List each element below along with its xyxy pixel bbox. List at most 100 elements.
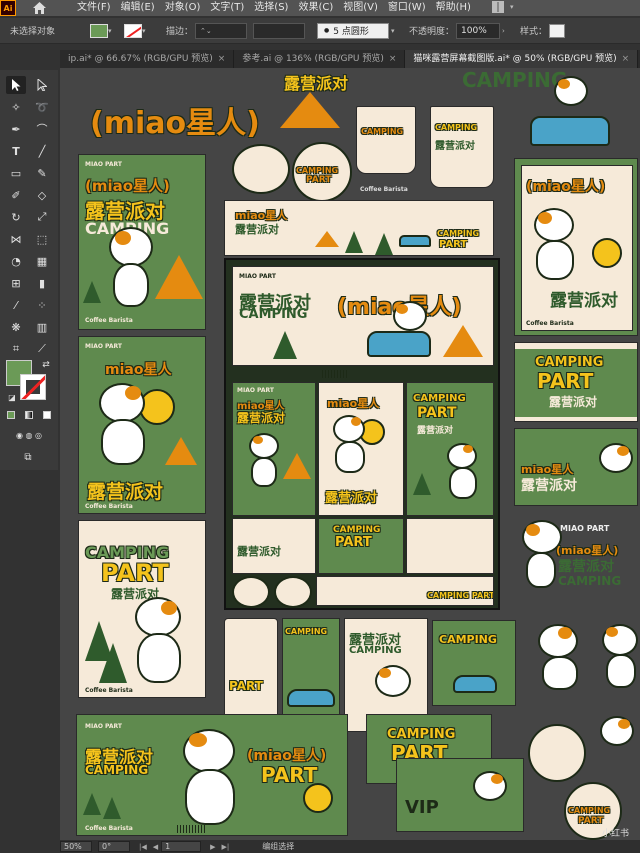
close-icon[interactable]: × (622, 54, 630, 64)
artboard-right-poster[interactable]: (miao星人) 露营派对 Coffee Barista (514, 158, 638, 336)
menu-select[interactable]: 选择(S) (249, 0, 293, 16)
selection-tool-icon[interactable] (6, 76, 26, 94)
variable-width-profile[interactable] (253, 22, 306, 39)
style-label[interactable]: 样式： (520, 24, 547, 37)
gradient-tool-icon[interactable]: ▮ (32, 274, 52, 292)
brush-definition[interactable]: ● 5 点圆形 (317, 22, 390, 39)
none-icon[interactable] (43, 411, 51, 419)
curvature-tool-icon[interactable]: ⌒ (32, 120, 52, 138)
close-icon[interactable]: × (389, 54, 397, 64)
artboard-cup-1[interactable]: CAMPING (356, 106, 416, 174)
artboard-banner-top[interactable]: miao星人 露营派对 CAMPING PART (224, 200, 494, 256)
opacity-dropdown-icon[interactable]: › (502, 24, 510, 38)
lasso-tool-icon[interactable]: ➰ (32, 98, 52, 116)
fill-dropdown-icon[interactable]: ▾ (108, 24, 116, 38)
magic-wand-tool-icon[interactable]: ✧ (6, 98, 26, 116)
pen-tool-icon[interactable]: ✒ (6, 120, 26, 138)
next-artboard-icon[interactable]: ▶ (210, 843, 215, 851)
shape-builder-tool-icon[interactable]: ◔ (6, 252, 26, 270)
perspective-grid-tool-icon[interactable]: ▦ (32, 252, 52, 270)
artboard-poster-3[interactable]: CAMPING PART 露营派对 Coffee Barista (78, 520, 206, 698)
artboard-sub-2[interactable]: miao星人 露营派对 (318, 382, 404, 516)
screen-mode-icon[interactable]: ⧉ (18, 448, 38, 466)
menu-type[interactable]: 文字(T) (205, 0, 249, 16)
stroke-label[interactable]: 描边： (166, 24, 193, 37)
chevron-down-icon[interactable]: ▾ (510, 3, 514, 11)
artboard-card-right[interactable]: CAMPING (432, 620, 516, 706)
arrange-documents-icon[interactable] (492, 1, 504, 13)
artboard-right-banner[interactable]: miao星人 露营派对 (514, 428, 638, 506)
drawing-mode-icon[interactable]: ◉ ◍ ◎ (2, 426, 56, 444)
stroke-dropdown-icon[interactable]: ▾ (142, 24, 150, 38)
scale-tool-icon[interactable]: ⤢ (32, 208, 52, 226)
artboard-sub-1[interactable]: MIAO PART miao星人 露营派对 (232, 382, 316, 516)
artboard-poster-2[interactable]: MIAO PART miao星人 露营派对 Coffee Barista (78, 336, 206, 514)
menu-window[interactable]: 窗口(W) (383, 0, 431, 16)
rectangle-tool-icon[interactable]: ▭ (6, 164, 26, 182)
free-transform-tool-icon[interactable]: ⬚ (32, 230, 52, 248)
sticker-sun-round[interactable] (274, 576, 312, 608)
menu-object[interactable]: 对象(O) (160, 0, 206, 16)
artboard-sub-3[interactable]: CAMPING PART 露营派对 (406, 382, 494, 516)
tab-reference[interactable]: 参考.ai @ 136% (RGB/GPU 预览) × (234, 50, 406, 68)
eyedropper-tool-icon[interactable]: ⁄ (6, 296, 26, 314)
style-swatch[interactable] (549, 23, 566, 38)
mesh-tool-icon[interactable]: ⊞ (6, 274, 26, 292)
sticker-camping-badge[interactable]: CAMPING PART (292, 142, 352, 202)
artboard-strip[interactable]: CAMPING PART (316, 576, 494, 606)
paintbrush-tool-icon[interactable]: ✎ (32, 164, 52, 182)
stroke-color-swatch[interactable] (20, 374, 46, 400)
stroke-swatch[interactable] (124, 23, 142, 38)
brush-dropdown-icon[interactable]: ▾ (391, 24, 399, 38)
gradient-icon[interactable] (25, 411, 33, 419)
artboard-sub-6[interactable] (406, 518, 494, 574)
sticker-cat-badge-2[interactable] (528, 724, 586, 782)
rotate-tool-icon[interactable]: ↻ (6, 208, 26, 226)
tab-ip[interactable]: ip.ai* @ 66.67% (RGB/GPU 预览) × (60, 50, 235, 68)
symbol-sprayer-tool-icon[interactable]: ❋ (6, 318, 26, 336)
artboard-poster-1[interactable]: MIAO PART (miao星人) 露营派对 CAMPING Coffee B… (78, 154, 206, 330)
eraser-tool-icon[interactable]: ◇ (32, 186, 52, 204)
opacity-label[interactable]: 不透明度： (409, 24, 454, 37)
first-artboard-icon[interactable]: |◀ (139, 843, 147, 851)
artboard-main-board[interactable]: MIAO PART 露营派对 CAMPING (miao星人) MIAO PAR… (224, 258, 500, 610)
last-artboard-icon[interactable]: ▶| (222, 843, 230, 851)
width-tool-icon[interactable]: ⋈ (6, 230, 26, 248)
previous-artboard-icon[interactable]: ◀ (153, 843, 158, 851)
column-graph-tool-icon[interactable]: ▥ (32, 318, 52, 336)
artboard-main-banner[interactable]: MIAO PART 露营派对 CAMPING (miao星人) (232, 266, 494, 366)
swap-fill-stroke-icon[interactable]: ⇄ (36, 356, 56, 374)
zoom-field[interactable]: 50% (60, 841, 92, 852)
menu-help[interactable]: 帮助(H) (431, 0, 476, 16)
artboard-sub-4[interactable]: 露营派对 (232, 518, 316, 574)
artboard-bottom-banner[interactable]: MIAO PART 露营派对 CAMPING (miao星人) PART Cof… (76, 714, 348, 836)
line-tool-icon[interactable]: ╱ (32, 142, 52, 160)
opacity-input[interactable]: 100% (456, 22, 501, 39)
color-icon[interactable] (7, 411, 15, 419)
sticker-cat-badge[interactable] (232, 144, 290, 194)
menu-effect[interactable]: 效果(C) (293, 0, 338, 16)
artboard-right-camping[interactable]: CAMPING PART 露营派对 (514, 342, 638, 422)
sticker-cat-round[interactable] (232, 576, 270, 608)
default-colors-icon[interactable]: ◪ (2, 388, 22, 406)
home-icon[interactable] (30, 0, 48, 16)
fill-swatch[interactable] (90, 23, 108, 38)
direct-selection-tool-icon[interactable] (32, 76, 52, 94)
color-mode-icon[interactable] (2, 406, 56, 424)
type-tool-icon[interactable]: T (6, 142, 26, 160)
menu-view[interactable]: 视图(V) (338, 0, 383, 16)
menu-file[interactable]: 文件(F) (72, 0, 116, 16)
menu-edit[interactable]: 编辑(E) (116, 0, 160, 16)
stroke-weight-input[interactable]: ⌃⌄ (195, 22, 248, 39)
artboard-tool-icon[interactable]: ⌗ (6, 340, 26, 358)
artboard-sub-5[interactable]: CAMPING PART (318, 518, 404, 574)
canvas[interactable]: (miao星人) 露营派对 CAMPING CAMPING CAMPING 露营… (60, 68, 640, 840)
close-icon[interactable]: × (218, 54, 226, 64)
artboard-number-field[interactable]: 1 (161, 841, 202, 852)
artboard-vip-card[interactable]: VIP (396, 758, 524, 832)
artboard-cup-2[interactable]: CAMPING 露营派对 (430, 106, 494, 188)
shaper-tool-icon[interactable]: ✐ (6, 186, 26, 204)
tab-cat-camping[interactable]: 猫咪露营屏幕截图版.ai* @ 50% (RGB/GPU 预览) × (405, 50, 639, 68)
blend-tool-icon[interactable]: ⁘ (32, 296, 52, 314)
rotation-field[interactable]: 0° (98, 841, 130, 852)
